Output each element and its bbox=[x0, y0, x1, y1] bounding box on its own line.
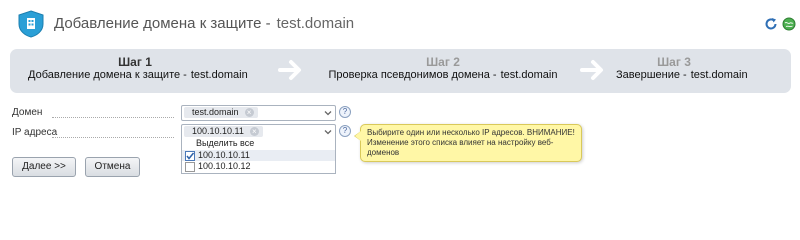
page-title-domain: test.domain bbox=[276, 15, 355, 32]
domain-select[interactable]: test.domain × bbox=[181, 105, 336, 121]
checkbox[interactable] bbox=[185, 162, 195, 172]
domain-help-icon[interactable]: ? bbox=[339, 106, 351, 118]
shield-icon bbox=[18, 10, 44, 38]
chevron-down-icon[interactable] bbox=[324, 109, 332, 117]
ip-leader-line bbox=[52, 137, 174, 138]
page-header: Добавление домена к защите - test.domain bbox=[0, 0, 800, 46]
wizard-step-3: Шаг 3 Завершение - test.domain bbox=[616, 55, 748, 82]
ip-dropdown: Выделить все 100.10.10.11 100.10.10.12 bbox=[181, 137, 336, 174]
ip-help-icon[interactable]: ? bbox=[339, 125, 351, 137]
domain-tag: test.domain × bbox=[184, 107, 258, 118]
wizard-steps: Шаг 1 Добавление домена к защите - test.d… bbox=[10, 49, 791, 93]
select-all-option[interactable]: Выделить все bbox=[196, 138, 349, 149]
arrow-right-icon bbox=[580, 60, 603, 80]
step-label: Завершение - test.domain bbox=[616, 69, 748, 82]
step-label-text: Добавление домена к защите - bbox=[28, 69, 187, 81]
domain-label: Домен bbox=[12, 107, 43, 118]
page-title: Добавление домена к защите - test.domain bbox=[54, 15, 354, 32]
step-label-domain: test.domain bbox=[500, 69, 558, 81]
next-button[interactable]: Далее >> bbox=[12, 157, 76, 177]
ip-tag: 100.10.10.11 × bbox=[184, 126, 263, 137]
step-number: Шаг 1 bbox=[118, 55, 152, 69]
step-label-text: Завершение - bbox=[616, 69, 687, 81]
refresh-icon[interactable] bbox=[764, 17, 778, 31]
cancel-button[interactable]: Отмена bbox=[85, 157, 140, 177]
ip-help-tooltip: Выбирите один или несколько IP адресов. … bbox=[354, 124, 582, 162]
step-number: Шаг 2 bbox=[426, 55, 460, 69]
page-title-text: Добавление домена к защите - bbox=[54, 15, 271, 32]
step-number: Шаг 3 bbox=[657, 55, 691, 69]
ip-option-label: 100.10.10.12 bbox=[198, 161, 251, 171]
step-label: Проверка псевдонимов домена - test.domain bbox=[318, 69, 568, 82]
help-globe-icon[interactable] bbox=[782, 17, 796, 31]
wizard-step-1: Шаг 1 Добавление домена к защите - test.d… bbox=[28, 55, 248, 82]
remove-tag-icon[interactable]: × bbox=[244, 108, 254, 117]
step-label-domain: test.domain bbox=[190, 69, 248, 81]
remove-tag-icon[interactable]: × bbox=[249, 127, 259, 136]
domain-tag-text: test.domain bbox=[192, 107, 239, 117]
ip-label: IP адреса bbox=[12, 127, 58, 138]
step-label-text: Проверка псевдонимов домена - bbox=[328, 69, 497, 81]
ip-option[interactable]: 100.10.10.12 bbox=[182, 161, 335, 172]
ip-option-label: 100.10.10.11 bbox=[198, 150, 250, 160]
chevron-down-icon[interactable] bbox=[324, 128, 332, 136]
wizard-step-2: Шаг 2 Проверка псевдонимов домена - test.… bbox=[318, 56, 568, 82]
arrow-right-icon bbox=[278, 60, 301, 80]
domain-leader-line bbox=[52, 117, 174, 118]
step-label: Добавление домена к защите - test.domain bbox=[28, 69, 248, 82]
step-label-domain: test.domain bbox=[690, 69, 748, 81]
ip-option[interactable]: 100.10.10.11 bbox=[182, 150, 335, 161]
checkbox[interactable] bbox=[185, 151, 195, 161]
ip-tag-text: 100.10.10.11 bbox=[192, 126, 244, 136]
checkmark-icon bbox=[186, 152, 194, 160]
